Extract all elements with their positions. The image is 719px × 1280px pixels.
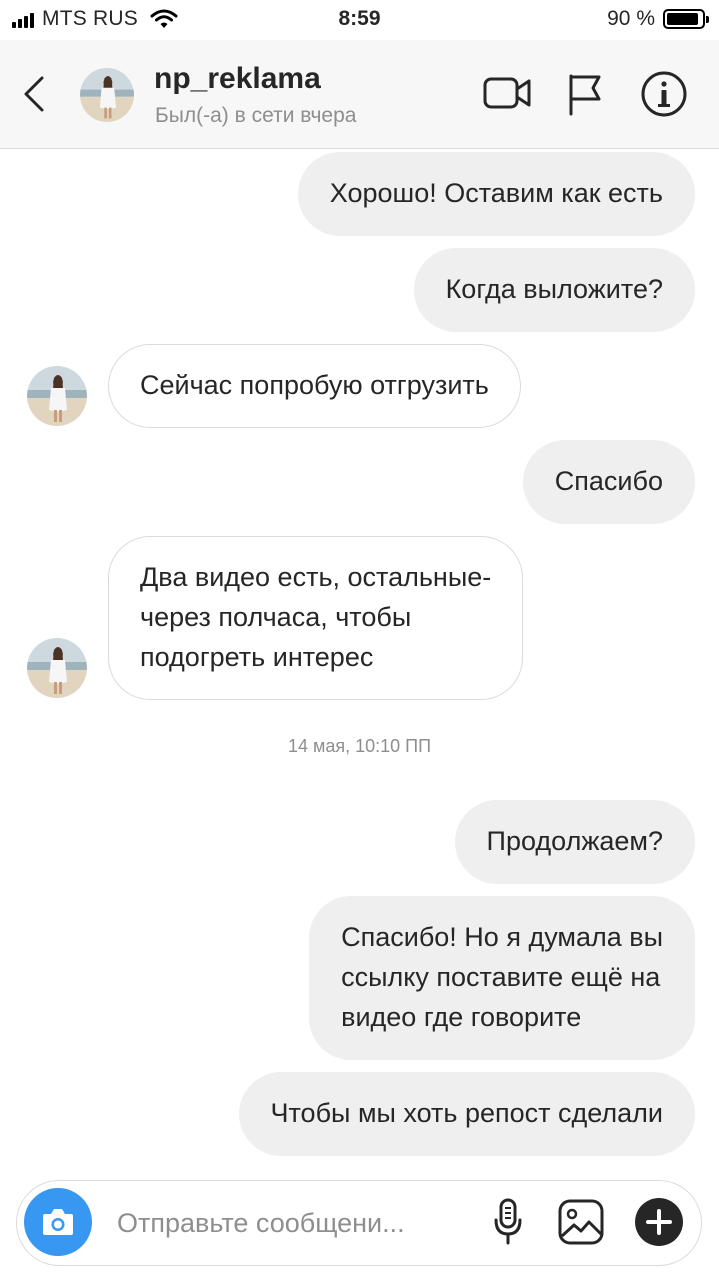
- flag-icon[interactable]: [565, 70, 605, 118]
- signal-strength-icon: [12, 10, 34, 28]
- message-composer: [16, 1180, 702, 1266]
- avatar-photo: [80, 68, 134, 122]
- battery-icon: [663, 9, 709, 29]
- avatar[interactable]: [80, 68, 134, 122]
- battery-percent: 90 %: [607, 7, 655, 30]
- message-bubble-outgoing[interactable]: Когда выложите?: [413, 248, 695, 332]
- message-bubble-outgoing[interactable]: Продолжаем?: [454, 800, 695, 884]
- microphone-icon[interactable]: [491, 1197, 525, 1247]
- chat-header: np_reklama Был(-а) в сети вчера: [0, 40, 719, 149]
- message-timestamp: 14 мая, 10:10 ПП: [287, 736, 432, 756]
- sender-avatar[interactable]: [27, 366, 87, 426]
- camera-button[interactable]: [24, 1188, 92, 1256]
- status-right: 90 %: [607, 7, 709, 31]
- message-bubble-incoming[interactable]: Два видео есть, остальные- через полчаса…: [108, 536, 524, 700]
- plus-button[interactable]: [635, 1198, 683, 1246]
- message-input[interactable]: [117, 1201, 457, 1245]
- sender-avatar-photo: [27, 366, 87, 426]
- sender-avatar[interactable]: [27, 638, 87, 698]
- last-seen-status: Был(-а) в сети вчера: [155, 104, 357, 127]
- wifi-icon: [150, 9, 178, 28]
- video-camera-icon[interactable]: [482, 70, 532, 116]
- status-bar: MTS RUS 8:59 90 %: [0, 0, 719, 40]
- camera-icon: [43, 1209, 73, 1235]
- message-bubble-outgoing[interactable]: Хорошо! Оставим как есть: [297, 152, 695, 236]
- message-bubble-outgoing[interactable]: Чтобы мы хоть репост сделали: [238, 1072, 695, 1156]
- chat-username[interactable]: np_reklama: [154, 62, 321, 96]
- message-bubble-incoming[interactable]: Сейчас попробую отгрузить: [108, 344, 521, 428]
- carrier-name: MTS RUS: [42, 7, 138, 30]
- battery-fill: [667, 13, 698, 25]
- info-icon[interactable]: [640, 70, 688, 118]
- message-bubble-outgoing[interactable]: Спасибо: [522, 440, 695, 524]
- status-left: MTS RUS: [12, 7, 178, 31]
- image-icon[interactable]: [557, 1198, 605, 1246]
- sender-avatar-photo: [27, 638, 87, 698]
- chevron-left-icon[interactable]: [14, 68, 54, 120]
- direct-chat-screen: MTS RUS 8:59 90 % np_reklama Был(-а) в с…: [0, 0, 719, 1280]
- message-bubble-outgoing[interactable]: Спасибо! Но я думала вы ссылку поставите…: [309, 896, 695, 1060]
- plus-icon: [646, 1209, 672, 1235]
